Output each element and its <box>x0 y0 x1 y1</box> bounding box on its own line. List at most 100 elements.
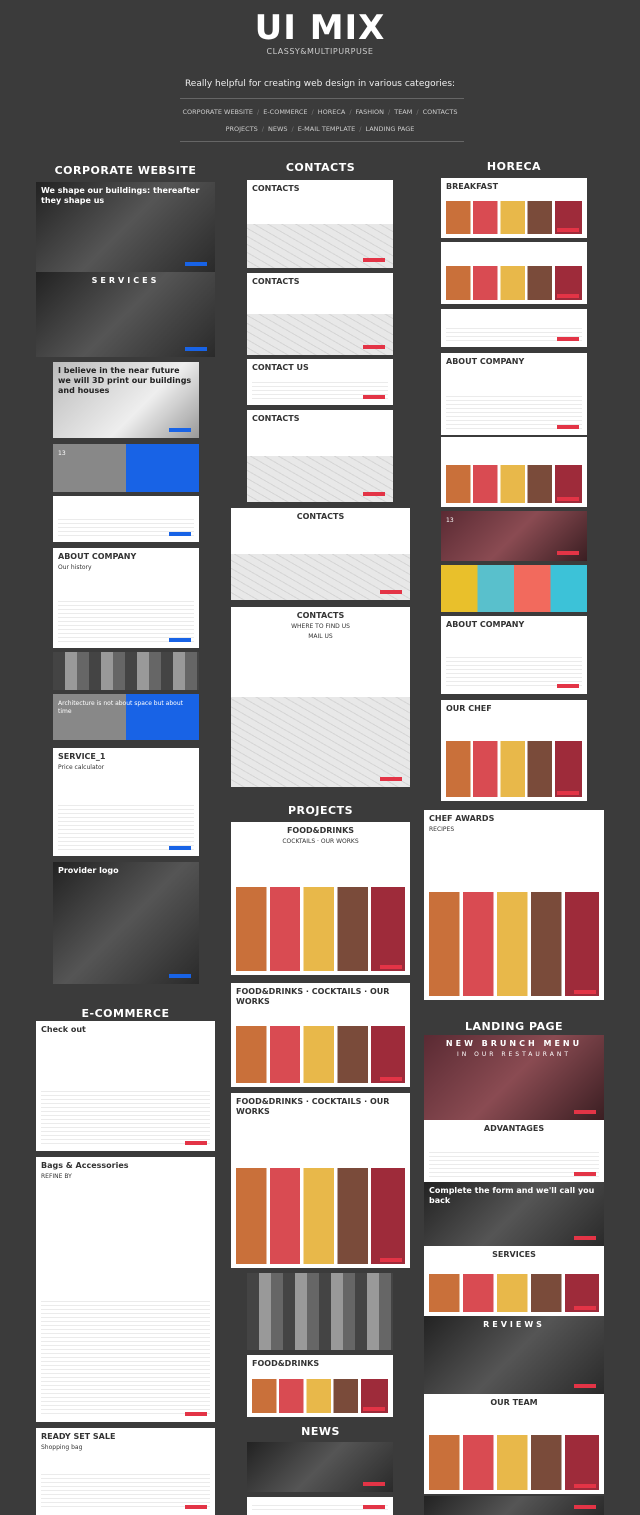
template-preview-h3[interactable] <box>441 309 587 347</box>
template-preview-l4[interactable]: SERVICES <box>424 1246 604 1316</box>
template-preview-p5[interactable]: FOOD&DRINKS <box>247 1355 393 1417</box>
preview-subheading: RECIPES <box>429 826 455 833</box>
template-preview-c7[interactable] <box>53 652 199 690</box>
preview-heading: ABOUT COMPANY <box>58 552 137 561</box>
template-preview-h2[interactable] <box>441 242 587 304</box>
template-preview-l5[interactable]: REVIEWS <box>424 1316 604 1394</box>
template-preview-c1[interactable]: We shape our buildings: thereafter they … <box>36 182 215 272</box>
template-preview-m2[interactable]: CONTACTS <box>247 273 393 355</box>
cta-button <box>363 258 385 262</box>
cta-button <box>380 777 402 781</box>
cta-button <box>185 1505 207 1509</box>
cta-button <box>363 1482 385 1486</box>
template-preview-l7[interactable] <box>424 1496 604 1515</box>
template-preview-l3[interactable]: Complete the form and we'll call you bac… <box>424 1182 604 1246</box>
template-preview-c9[interactable]: SERVICE_1 Price calculator <box>53 748 199 856</box>
template-preview-c8[interactable]: Architecture is not about space but abou… <box>53 694 199 740</box>
preview-heading: CONTACTS <box>252 277 300 286</box>
cta-button <box>185 1412 207 1416</box>
template-preview-h8[interactable]: ABOUT COMPANY <box>441 616 587 694</box>
template-preview-h7[interactable] <box>441 565 587 612</box>
section-title-contacts: CONTACTS <box>285 161 356 174</box>
template-preview-c10[interactable]: Provider logo <box>53 862 199 984</box>
cta-button <box>574 1172 596 1176</box>
template-preview-p1[interactable]: FOOD&DRINKS COCKTAILS · OUR WORKS <box>231 822 410 975</box>
section-title-horeca: HORECA <box>486 160 542 173</box>
template-preview-m4[interactable]: CONTACTS <box>247 410 393 502</box>
cta-button <box>185 262 207 266</box>
template-preview-l2[interactable]: ADVANTAGES <box>424 1120 604 1182</box>
preview-heading: FOOD&DRINKS <box>286 826 355 835</box>
preview-heading: NEW BRUNCH MENU <box>445 1039 583 1048</box>
cta-button <box>380 590 402 594</box>
template-preview-c4[interactable]: 13 <box>53 444 199 492</box>
preview-heading: We shape our buildings: thereafter they … <box>41 186 200 205</box>
category-link[interactable]: CORPORATE WEBSITE <box>182 108 253 116</box>
preview-heading: CONTACTS <box>252 414 300 423</box>
template-preview-c3[interactable]: I believe in the near future we will 3D … <box>53 362 199 438</box>
category-link[interactable]: E-COMMERCE <box>263 108 307 116</box>
template-preview-l6[interactable]: OUR TEAM <box>424 1394 604 1494</box>
template-preview-n1[interactable] <box>247 1442 393 1492</box>
template-preview-l1[interactable]: NEW BRUNCH MENU IN OUR RESTAURANT <box>424 1035 604 1120</box>
preview-subheading: 13 <box>58 450 66 457</box>
preview-subheading: Shopping bag <box>41 1444 83 1451</box>
category-link[interactable]: FASHION <box>356 108 385 116</box>
template-preview-m6[interactable]: CONTACTS WHERE TO FIND US MAIL US <box>231 607 410 787</box>
category-link[interactable]: LANDING PAGE <box>365 125 414 133</box>
section-title-news: NEWS <box>301 1425 340 1438</box>
preview-heading: ABOUT COMPANY <box>446 357 525 366</box>
preview-heading: FOOD&DRINKS <box>252 1359 320 1368</box>
template-preview-n2[interactable] <box>247 1497 393 1515</box>
preview-heading: CHEF AWARDS <box>429 814 495 823</box>
cta-button <box>557 497 579 501</box>
cta-button <box>557 337 579 341</box>
template-preview-m1[interactable]: CONTACTS <box>247 180 393 268</box>
template-preview-m5[interactable]: CONTACTS <box>231 508 410 600</box>
preview-heading: BREAKFAST <box>446 182 499 191</box>
template-preview-c5[interactable] <box>53 496 199 542</box>
category-link[interactable]: PROJECTS <box>226 125 258 133</box>
cta-button <box>557 791 579 795</box>
cta-button <box>557 425 579 429</box>
template-preview-p2[interactable]: FOOD&DRINKS · COCKTAILS · OUR WORKS <box>231 983 410 1087</box>
template-preview-h10[interactable]: CHEF AWARDS RECIPES <box>424 810 604 1000</box>
cta-button <box>169 482 191 486</box>
template-preview-m3[interactable]: CONTACT US <box>247 359 393 405</box>
template-preview-e1[interactable]: Check out <box>36 1021 215 1151</box>
tagline: Really helpful for creating web design i… <box>184 79 456 89</box>
preview-subheading: IN OUR RESTAURANT <box>456 1051 571 1058</box>
template-preview-h5[interactable] <box>441 437 587 507</box>
preview-heading: CONTACTS <box>296 512 345 521</box>
preview-subheading: WHERE TO FIND US <box>291 623 350 630</box>
preview-subheading: 13 <box>446 517 454 524</box>
template-preview-c6[interactable]: ABOUT COMPANY Our history <box>53 548 199 648</box>
preview-heading: Provider logo <box>58 866 119 875</box>
template-preview-h6[interactable]: 13 <box>441 511 587 561</box>
cta-button <box>185 1141 207 1145</box>
category-link[interactable]: E-MAIL TEMPLATE <box>298 125 356 133</box>
template-preview-c2[interactable]: SERVICES <box>36 272 215 357</box>
divider <box>180 141 464 142</box>
category-link[interactable]: TEAM <box>394 108 412 116</box>
cta-button <box>169 428 191 432</box>
preview-heading: FOOD&DRINKS · COCKTAILS · OUR WORKS <box>236 987 390 1006</box>
preview-subheading: COCKTAILS · OUR WORKS <box>282 838 359 845</box>
category-link[interactable]: NEWS <box>268 125 288 133</box>
section-title-corporate: CORPORATE WEBSITE <box>54 164 197 177</box>
cta-button <box>363 395 385 399</box>
preview-subheading: MAIL US <box>308 632 333 640</box>
template-preview-e3[interactable]: READY SET SALE Shopping bag <box>36 1428 215 1515</box>
template-preview-e2[interactable]: Bags & Accessories REFINE BY <box>36 1157 215 1422</box>
cta-button <box>557 294 579 298</box>
category-link[interactable]: HORECA <box>318 108 346 116</box>
template-preview-h9[interactable]: OUR CHEF <box>441 700 587 801</box>
cta-button <box>574 1505 596 1509</box>
template-preview-p3[interactable]: FOOD&DRINKS · COCKTAILS · OUR WORKS <box>231 1093 410 1268</box>
category-link[interactable]: CONTACTS <box>423 108 458 116</box>
template-preview-h4[interactable]: ABOUT COMPANY <box>441 353 587 435</box>
preview-heading: CONTACTS <box>296 611 345 620</box>
template-preview-h1[interactable]: BREAKFAST <box>441 178 587 238</box>
template-preview-p4[interactable] <box>247 1273 393 1350</box>
cta-button <box>574 990 596 994</box>
